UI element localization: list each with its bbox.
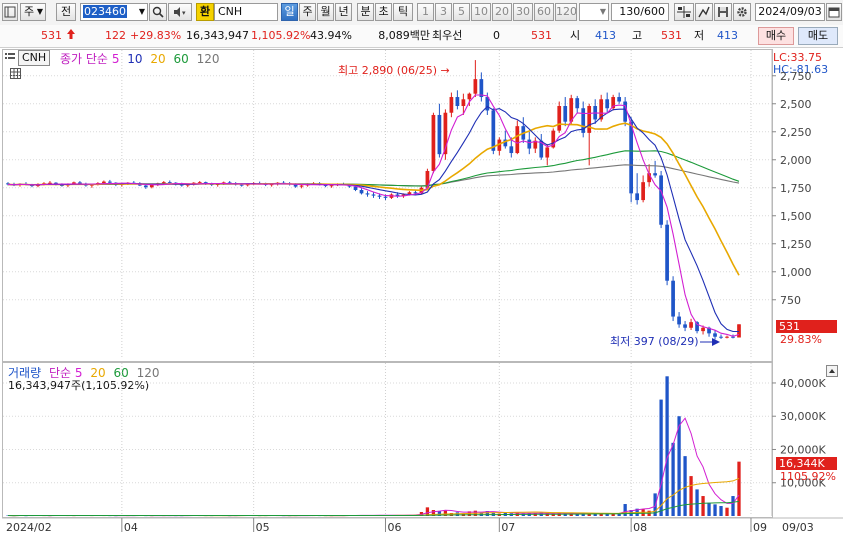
candle-body: [108, 181, 112, 183]
price-tick-label: 1,000: [780, 266, 812, 279]
candle-body: [431, 114, 436, 171]
x-tick-label: 09/03: [782, 521, 814, 534]
volume-bar: [713, 504, 717, 516]
candle-body: [383, 196, 388, 198]
candle-body: [329, 185, 334, 187]
volume-bar: [731, 496, 735, 516]
volume-tick-label: 20,000K: [780, 443, 826, 456]
candle-body: [701, 327, 705, 332]
volume-bar: [689, 476, 693, 516]
volume-bar: [659, 399, 663, 516]
candle-body: [527, 139, 532, 149]
candle-body: [509, 146, 514, 154]
candle-body: [149, 184, 154, 188]
chart-canvas[interactable]: 2,750 2,500 2,250 2,000 1,750 1,500 1,250 1,000…: [0, 0, 843, 540]
candle-body: [167, 182, 172, 184]
candle-body: [635, 193, 639, 201]
candle-body: [557, 106, 562, 131]
x-tick-label: 07: [501, 521, 515, 534]
candle-body: [461, 99, 466, 106]
high-annotation-text: 최고 2,890 (06/25): [338, 64, 438, 77]
candle-body: [515, 126, 520, 154]
candle-body: [605, 99, 610, 109]
candle-body: [449, 97, 454, 113]
volume-tick-label: 30,000K: [780, 410, 826, 423]
candle-body: [725, 336, 729, 338]
candle-body: [413, 192, 418, 194]
volume-rate-tag: 1105.92%: [780, 470, 836, 483]
candle-body: [197, 182, 202, 184]
candle-body: [371, 194, 376, 196]
candle-body: [629, 121, 634, 194]
candle-body: [491, 110, 496, 151]
candle-body: [473, 79, 478, 94]
x-tick-label: 08: [633, 521, 647, 534]
candle-body: [377, 195, 382, 197]
x-tick-label: 05: [256, 521, 270, 534]
candle-body: [671, 280, 675, 317]
low-annotation: 최저 397 (08/29): [610, 333, 699, 349]
volume-bar: [695, 489, 699, 516]
volume-bar: [737, 461, 741, 516]
x-tick-label: 09: [753, 521, 767, 534]
candle-body: [677, 316, 681, 325]
price-tick-label: 2,500: [780, 98, 812, 111]
candle-body: [575, 98, 580, 109]
candle-body: [737, 324, 741, 338]
volume-bar: [671, 442, 675, 516]
volume-bar: [677, 416, 681, 516]
candle-body: [563, 106, 568, 122]
candle-body: [653, 173, 657, 176]
candle-body: [437, 114, 442, 155]
volume-bar: [707, 502, 711, 516]
candle-body: [587, 106, 592, 133]
candle-body: [719, 336, 723, 338]
right-arrow-icon: →: [440, 64, 450, 77]
candle-body: [689, 322, 693, 328]
low-arrow-icon: [712, 338, 720, 346]
current-rate-tag: 29.83%: [780, 333, 822, 346]
volume-bar: [719, 506, 723, 516]
candle-body: [545, 147, 550, 158]
price-tick-label: 1,750: [780, 182, 812, 195]
x-tick-label: 2024/02: [6, 521, 52, 534]
candle-body: [359, 190, 364, 194]
low-annotation-text: 최저 397 (08/29): [610, 335, 699, 348]
candle-body: [617, 97, 622, 102]
candle-body: [365, 193, 370, 195]
candle-body: [713, 333, 717, 337]
price-tick-label: 1,500: [780, 210, 812, 223]
candle-body: [353, 186, 358, 190]
volume-bar: [725, 507, 729, 516]
price-tick-label: 2,000: [780, 154, 812, 167]
vma-5-line: [7, 417, 740, 517]
price-tick-label: 1,250: [780, 238, 812, 251]
x-tick-label: 06: [387, 521, 401, 534]
candle-body: [455, 97, 460, 106]
candle-body: [467, 93, 472, 100]
volume-bar: [665, 376, 669, 516]
volume-bar: [623, 504, 627, 516]
volume-bar: [683, 456, 687, 516]
candle-body: [102, 181, 106, 184]
price-tick-label: 2,750: [780, 70, 812, 83]
candle-body: [683, 324, 687, 328]
volume-bar: [701, 496, 705, 516]
candle-body: [665, 224, 669, 281]
candle-body: [659, 175, 663, 225]
candle-body: [143, 185, 148, 188]
volume-tag: 16,344K: [776, 457, 837, 470]
vma-20-line: [7, 477, 740, 517]
x-tick-label: 04: [124, 521, 138, 534]
vma-60-line: [7, 500, 740, 517]
candle-body: [641, 182, 645, 201]
high-annotation: 최고 2,890 (06/25) →: [338, 62, 450, 78]
price-tick-label: 750: [780, 294, 801, 307]
candle-body: [299, 185, 304, 187]
price-tick-label: 2,250: [780, 126, 812, 139]
candle-body: [479, 79, 484, 98]
current-price-tag: 531: [776, 320, 837, 333]
volume-tick-label: 40,000K: [780, 377, 826, 390]
